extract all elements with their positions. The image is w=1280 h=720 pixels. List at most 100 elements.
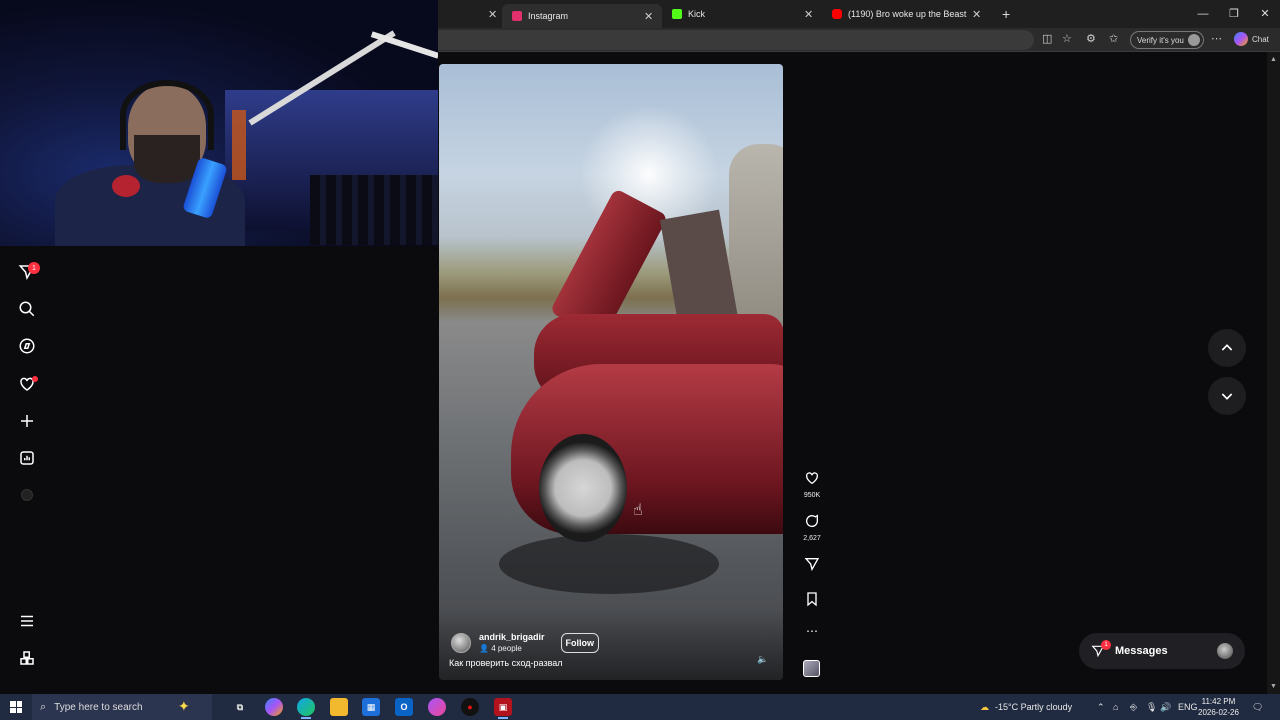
reel-caption[interactable]: Как проверить сход-развал [449,658,563,668]
notification-dot [32,376,38,382]
copilot-chat-button[interactable]: Chat [1234,32,1269,46]
new-tab-button[interactable]: + [1002,6,1010,22]
show-hidden-icons-icon[interactable]: ⌃ [1097,694,1105,720]
apps-grid-icon [20,651,34,665]
language-indicator[interactable]: ENG [1178,694,1198,720]
webcam-clothes-rack [310,175,438,245]
reel-author: andrik_brigadir 👤 4 people Follow [451,632,600,653]
author-username[interactable]: andrik_brigadir [479,632,545,642]
follow-button[interactable]: Follow [560,632,600,653]
instagram-sidebar: 1 [0,246,54,694]
system-clock[interactable]: 11:42 PM 2026-02-26 [1198,696,1239,718]
notification-center-icon[interactable]: 🗨 [1252,694,1263,720]
dashboard-button[interactable] [15,446,39,470]
car-shadow [499,534,719,594]
jersey-logo [112,175,140,197]
more-button[interactable] [15,609,39,633]
audio-thumbnail[interactable] [803,660,820,677]
app-icon[interactable]: ● [461,698,479,716]
scroll-down-icon[interactable]: ▼ [1270,683,1277,690]
audience-text: 4 people [491,644,522,653]
extensions-icon[interactable]: ⚙ [1086,32,1096,45]
comment-icon [806,514,819,527]
like-button[interactable]: 950K [800,470,824,499]
search-button[interactable] [15,297,39,321]
audience-label: 👤 4 people [479,644,545,653]
windows-taskbar: ⌕ Type here to search ✦ ⧉ ▦ O ● ▣ ☁ -15°… [0,694,1280,720]
profile-button[interactable] [15,483,39,507]
minimize-button[interactable]: — [1188,0,1218,28]
webcam-lamp [232,110,246,180]
notifications-button[interactable] [15,372,39,396]
copilot-app-icon[interactable] [265,698,283,716]
tab-previous-close[interactable]: ✕ [438,2,502,26]
share-button[interactable] [800,556,824,577]
task-view-icon[interactable]: ⧉ [231,698,249,716]
hamburger-menu-icon [21,615,33,627]
clock-date: 2026-02-26 [1198,708,1239,717]
heart-icon [806,472,818,485]
more-menu-icon[interactable]: ⋯ [1211,32,1222,45]
notification-count-badge: 1 [28,262,40,274]
create-button[interactable] [15,409,39,433]
messages-button[interactable]: 1 Messages [1079,633,1245,669]
recording-app-icon[interactable]: ▣ [494,698,512,719]
clock-time: 11:42 PM [1201,697,1236,706]
url-field[interactable] [438,30,1034,50]
split-screen-icon[interactable]: ◫ [1042,32,1052,45]
tab-kick[interactable]: Kick ✕ [662,2,822,26]
weather-widget[interactable]: ☁ -15°C Partly cloudy [980,694,1072,720]
edge-browser-icon[interactable] [297,698,315,719]
explore-button[interactable] [15,334,39,358]
store-icon[interactable]: ▦ [362,698,380,716]
mute-toggle-icon[interactable]: 🔈 [757,654,768,665]
save-button[interactable] [800,591,824,612]
address-bar: ◫ ☆ ⚙ ✩ Verify it's you ⋯ Chat [438,28,1280,52]
like-count: 950K [803,492,821,499]
author-avatar[interactable] [451,632,471,653]
close-window-button[interactable]: ✕ [1250,0,1280,28]
browser-tab-bar: ✕ Instagram ✕ Kick ✕ (1190) Bro woke up … [438,0,1280,28]
search-placeholder: Type here to search [54,701,143,713]
next-reel-button[interactable] [1208,377,1246,415]
comment-button[interactable]: 2,627 [800,513,824,542]
profile-avatar-icon [21,489,33,501]
tab-instagram[interactable]: Instagram ✕ [502,4,662,28]
chevron-up-icon [1221,344,1233,351]
network-icon[interactable]: ⌂ [1113,694,1118,720]
comment-count: 2,627 [803,535,821,542]
favorites-icon[interactable]: ✩ [1109,32,1118,45]
volume-icon[interactable]: 🔊 [1160,694,1171,720]
people-icon: 👤 [479,644,492,653]
headset [120,80,214,150]
close-tab-icon[interactable]: ✕ [972,8,981,21]
page-scrollbar[interactable]: ▲ ▼ [1267,52,1280,694]
previous-reel-button[interactable] [1208,329,1246,367]
windows-start-icon[interactable] [10,701,22,713]
search-highlight-icon[interactable]: ✦ [178,698,190,715]
youtube-icon [832,9,842,19]
profile-avatar-icon [1187,34,1200,46]
outlook-icon[interactable]: O [395,698,413,716]
mic-icon[interactable]: 🎙 [1146,694,1157,720]
close-tab-icon[interactable]: ✕ [804,8,813,21]
verify-label: Verify it's you [1137,35,1184,45]
restore-button[interactable]: ❐ [1219,0,1249,28]
direct-messages-button[interactable]: 1 [15,260,40,284]
car-wheel [539,434,627,542]
mic-arm-upper [370,31,438,59]
microphone-icon[interactable]: ⎆ [1130,694,1137,720]
close-tab-icon[interactable]: ✕ [644,10,653,23]
file-explorer-icon[interactable] [330,698,348,716]
more-options-button[interactable]: ⋯ [800,624,824,638]
also-from-meta-button[interactable] [15,646,39,670]
search-icon [19,301,35,317]
car-door-rear [659,209,739,329]
chevron-down-icon [1221,393,1233,400]
messenger-icon[interactable] [428,698,446,716]
scroll-up-icon[interactable]: ▲ [1270,56,1277,63]
reel-video[interactable]: andrik_brigadir 👤 4 people Follow Как пр… [439,64,783,680]
favorite-star-icon[interactable]: ☆ [1062,32,1072,45]
tab-youtube[interactable]: (1190) Bro woke up the Beast by n ✕ [822,2,992,26]
verify-profile-button[interactable]: Verify it's you [1130,31,1204,49]
